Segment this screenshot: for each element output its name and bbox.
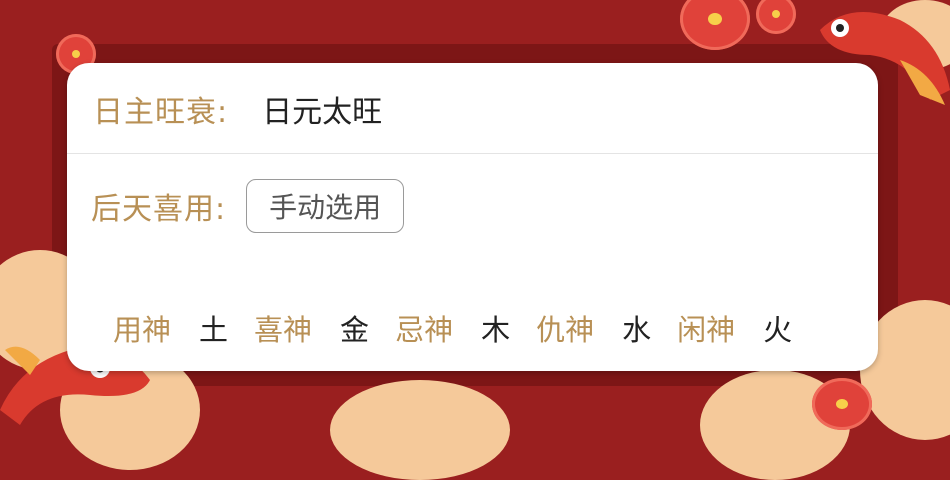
day-master-strength-label: 日主旺衰:	[93, 95, 229, 130]
god-element: 木	[481, 313, 511, 347]
day-master-strength-row: 日主旺衰: 日元太旺	[93, 89, 383, 130]
favorable-elements-label: 后天喜用:	[91, 192, 227, 227]
god-item: 仇神 水	[536, 307, 651, 349]
god-item: 闲神 火	[677, 307, 792, 349]
god-item: 忌神 木	[395, 307, 510, 349]
divider	[67, 153, 878, 154]
plum-blossom-decoration	[756, 0, 796, 34]
god-element: 火	[763, 313, 793, 347]
god-label: 仇神	[536, 313, 595, 347]
plum-blossom-decoration	[812, 378, 872, 430]
god-item: 用神 土	[113, 307, 228, 349]
god-label: 闲神	[677, 313, 736, 347]
god-label: 忌神	[395, 313, 454, 347]
bazi-strength-card: 日主旺衰: 日元太旺 后天喜用: 手动选用 用神 土 喜神 金 忌神 木 仇神 …	[67, 63, 878, 371]
god-element: 土	[199, 313, 229, 347]
god-element: 水	[622, 313, 652, 347]
god-label: 喜神	[254, 313, 313, 347]
gods-list: 用神 土 喜神 金 忌神 木 仇神 水 闲神 火	[113, 309, 818, 347]
manual-select-button[interactable]: 手动选用	[246, 179, 405, 233]
cloud-decoration	[330, 380, 510, 480]
plum-blossom-decoration	[680, 0, 750, 50]
god-element: 金	[340, 313, 370, 347]
god-label: 用神	[113, 313, 172, 347]
god-item: 喜神 金	[254, 307, 369, 349]
day-master-strength-value: 日元太旺	[262, 95, 383, 130]
favorable-elements-row: 后天喜用: 手动选用	[91, 177, 405, 235]
